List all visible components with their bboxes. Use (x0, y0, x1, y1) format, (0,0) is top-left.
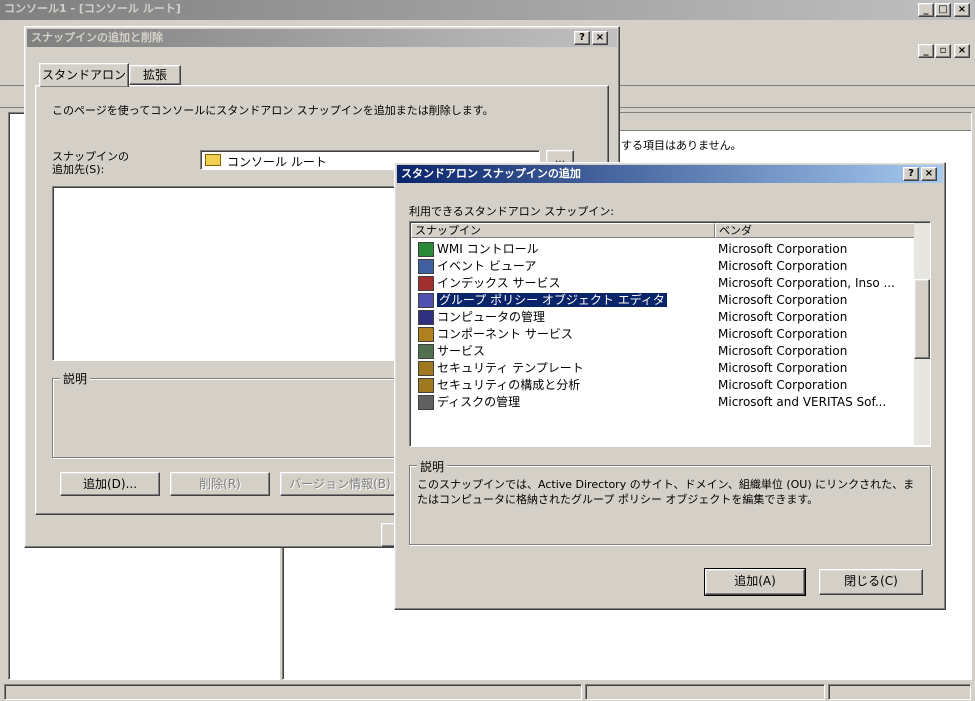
child-restore-button[interactable]: ▫ (935, 44, 951, 58)
list-item[interactable]: コンポーネント サービス Microsoft Corporation (418, 326, 912, 343)
list-item[interactable]: イベント ビューア Microsoft Corporation (418, 258, 912, 275)
page-description: このページを使ってコンソールにスタンドアロン スナップインを追加または削除します… (52, 104, 494, 117)
remove-button[interactable]: 削除(R) (170, 472, 270, 496)
scroll-thumb[interactable] (914, 279, 930, 359)
security-template-icon (418, 361, 434, 376)
add-standalone-title-bar: スタンドアロン スナップインの追加 (397, 165, 943, 183)
list-item[interactable]: コンピュータの管理 Microsoft Corporation (418, 309, 912, 326)
computer-management-icon (418, 310, 434, 325)
empty-message: する項目はありません。 (621, 139, 742, 152)
snapin-name: セキュリティの構成と分析 (437, 378, 581, 392)
add-button[interactable]: 追加(A) (704, 568, 806, 596)
folder-icon (205, 154, 221, 166)
add-standalone-help-button[interactable]: ? (903, 167, 919, 181)
snapin-name: コンピュータの管理 (437, 310, 546, 324)
add-to-value: コンソール ルート (227, 155, 327, 169)
add-snapin-button[interactable]: 追加(D)... (60, 472, 160, 496)
snapin-description-label: 説明 (417, 458, 448, 475)
disk-management-icon (418, 395, 434, 410)
group-policy-icon (418, 293, 434, 308)
snapin-vendor: Microsoft Corporation (718, 327, 848, 341)
component-services-icon (418, 327, 434, 342)
column-header-snapin[interactable]: スナップイン (411, 223, 715, 238)
snapin-vendor: Microsoft Corporation (718, 259, 848, 273)
add-standalone-snapin-dialog: スタンドアロン スナップインの追加 ? × 利用できるスタンドアロン スナップイ… (394, 162, 946, 610)
add-remove-close-button[interactable]: × (592, 31, 608, 45)
security-analysis-icon (418, 378, 434, 393)
main-window-controls: _ □ × (918, 3, 974, 17)
add-remove-title: スナップインの追加と削除 (31, 31, 163, 44)
snapin-description-text: このスナップインでは、Active Directory のサイト、ドメイン、組織… (417, 478, 915, 506)
child-close-button[interactable]: × (954, 44, 970, 58)
snapin-name: セキュリティ テンプレート (437, 361, 584, 375)
snapin-vendor: Microsoft and VERITAS Sof... (718, 395, 887, 409)
snapin-name: サービス (437, 344, 486, 358)
snapin-vendor: Microsoft Corporation (718, 361, 848, 375)
snapin-vendor: Microsoft Corporation (718, 293, 848, 307)
snapin-name: ディスクの管理 (437, 395, 521, 409)
minimize-button[interactable]: _ (918, 3, 934, 17)
main-window-title: コンソール1 - [コンソール ルート] (4, 2, 181, 15)
add-standalone-close-button[interactable]: × (921, 167, 937, 181)
tab-standalone-label: スタンドアロン (41, 68, 126, 82)
column-header-vendor[interactable]: ベンダ (715, 223, 915, 238)
add-remove-title-bar: スナップインの追加と削除 (27, 29, 617, 47)
services-icon (418, 344, 434, 359)
list-item[interactable]: インデックス サービス Microsoft Corporation, Inso .… (418, 275, 912, 292)
maximize-button[interactable]: □ (935, 3, 951, 17)
list-item[interactable]: セキュリティの構成と分析 Microsoft Corporation (418, 377, 912, 394)
list-item[interactable]: ディスクの管理 Microsoft and VERITAS Sof... (418, 394, 912, 411)
available-snapins-label: 利用できるスタンドアロン スナップイン: (409, 205, 614, 218)
status-bar (0, 682, 975, 701)
snapin-name: コンポーネント サービス (437, 327, 573, 341)
wmi-icon (418, 242, 434, 257)
snapin-vendor: Microsoft Corporation, Inso ... (718, 276, 895, 290)
add-to-label: スナップインの 追加先(S): (52, 150, 129, 176)
list-item[interactable]: WMI コントロール Microsoft Corporation (418, 241, 912, 258)
available-snapins-list[interactable]: スナップイン ベンダ WMI コントロール Microsoft Corporati… (409, 221, 931, 447)
close-dialog-button[interactable]: 閉じる(C) (819, 569, 923, 595)
list-rows: WMI コントロール Microsoft Corporation イベント ビューア… (418, 239, 912, 446)
vertical-scrollbar[interactable] (914, 223, 930, 445)
child-window-controls: _ ▫ × (918, 44, 974, 58)
status-segment-3 (828, 684, 971, 700)
add-standalone-title: スタンドアロン スナップインの追加 (401, 167, 581, 180)
about-button[interactable]: バージョン情報(B) (280, 472, 400, 496)
close-button[interactable]: × (954, 3, 970, 17)
list-item[interactable]: サービス Microsoft Corporation (418, 343, 912, 360)
description-group-label: 説明 (60, 370, 91, 387)
snapin-vendor: Microsoft Corporation (718, 378, 848, 392)
snapin-vendor: Microsoft Corporation (718, 310, 848, 324)
tab-extensions[interactable]: 拡張 (129, 65, 181, 85)
main-title-bar: コンソール1 - [コンソール ルート] (0, 0, 975, 20)
list-item[interactable]: セキュリティ テンプレート Microsoft Corporation (418, 360, 912, 377)
child-minimize-button[interactable]: _ (918, 44, 934, 58)
tab-extensions-label: 拡張 (142, 68, 167, 82)
index-service-icon (418, 276, 434, 291)
add-remove-help-button[interactable]: ? (574, 31, 590, 45)
snapin-name: WMI コントロール (437, 242, 539, 256)
status-segment-1 (4, 684, 582, 700)
snapin-name: インデックス サービス (437, 276, 561, 290)
tab-standalone[interactable]: スタンドアロン (39, 63, 129, 87)
snapin-vendor: Microsoft Corporation (718, 344, 848, 358)
status-segment-2 (585, 684, 825, 700)
list-item[interactable]: グループ ポリシー オブジェクト エディタ Microsoft Corporati… (418, 292, 912, 309)
snapin-vendor: Microsoft Corporation (718, 242, 848, 256)
event-viewer-icon (418, 259, 434, 274)
snapin-name: グループ ポリシー オブジェクト エディタ (437, 293, 667, 307)
snapin-name: イベント ビューア (437, 259, 537, 273)
